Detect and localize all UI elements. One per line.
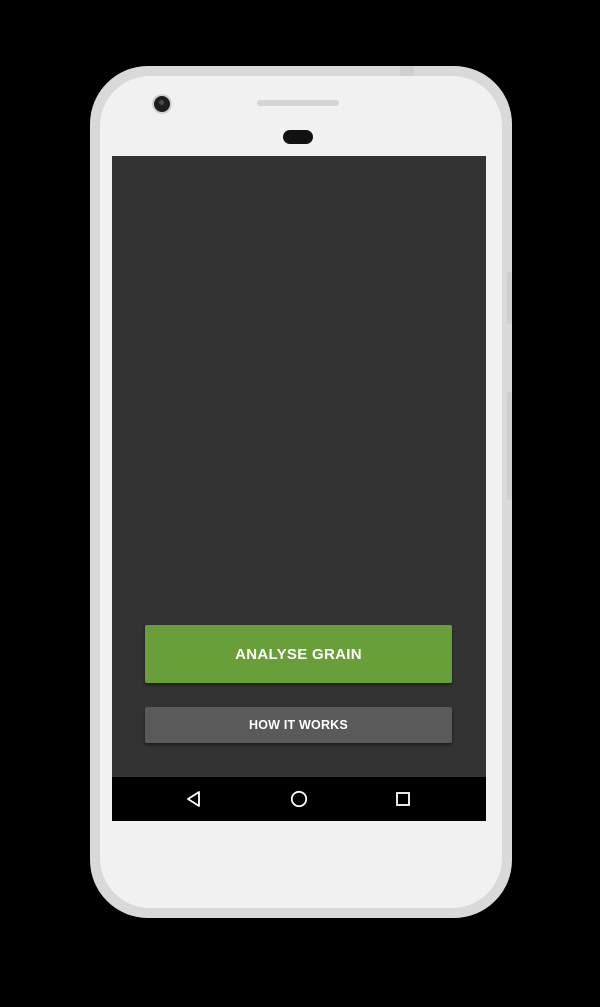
back-button[interactable] (182, 787, 206, 811)
back-triangle-icon (187, 791, 200, 807)
how-it-works-button[interactable]: HOW IT WORKS (145, 707, 452, 743)
home-circle-icon (290, 790, 308, 808)
volume-button (507, 392, 512, 500)
app-screen (112, 156, 486, 777)
phone-top-mark (400, 66, 414, 76)
power-button (507, 272, 512, 324)
recents-square-icon (396, 792, 410, 806)
analyse-grain-button[interactable]: ANALYSE GRAIN (145, 625, 452, 683)
system-navigation-bar (112, 777, 486, 821)
recents-button[interactable] (391, 787, 415, 811)
home-button[interactable] (287, 787, 311, 811)
proximity-sensor (283, 130, 313, 144)
front-camera-icon (154, 96, 170, 112)
earpiece-speaker (257, 100, 339, 106)
